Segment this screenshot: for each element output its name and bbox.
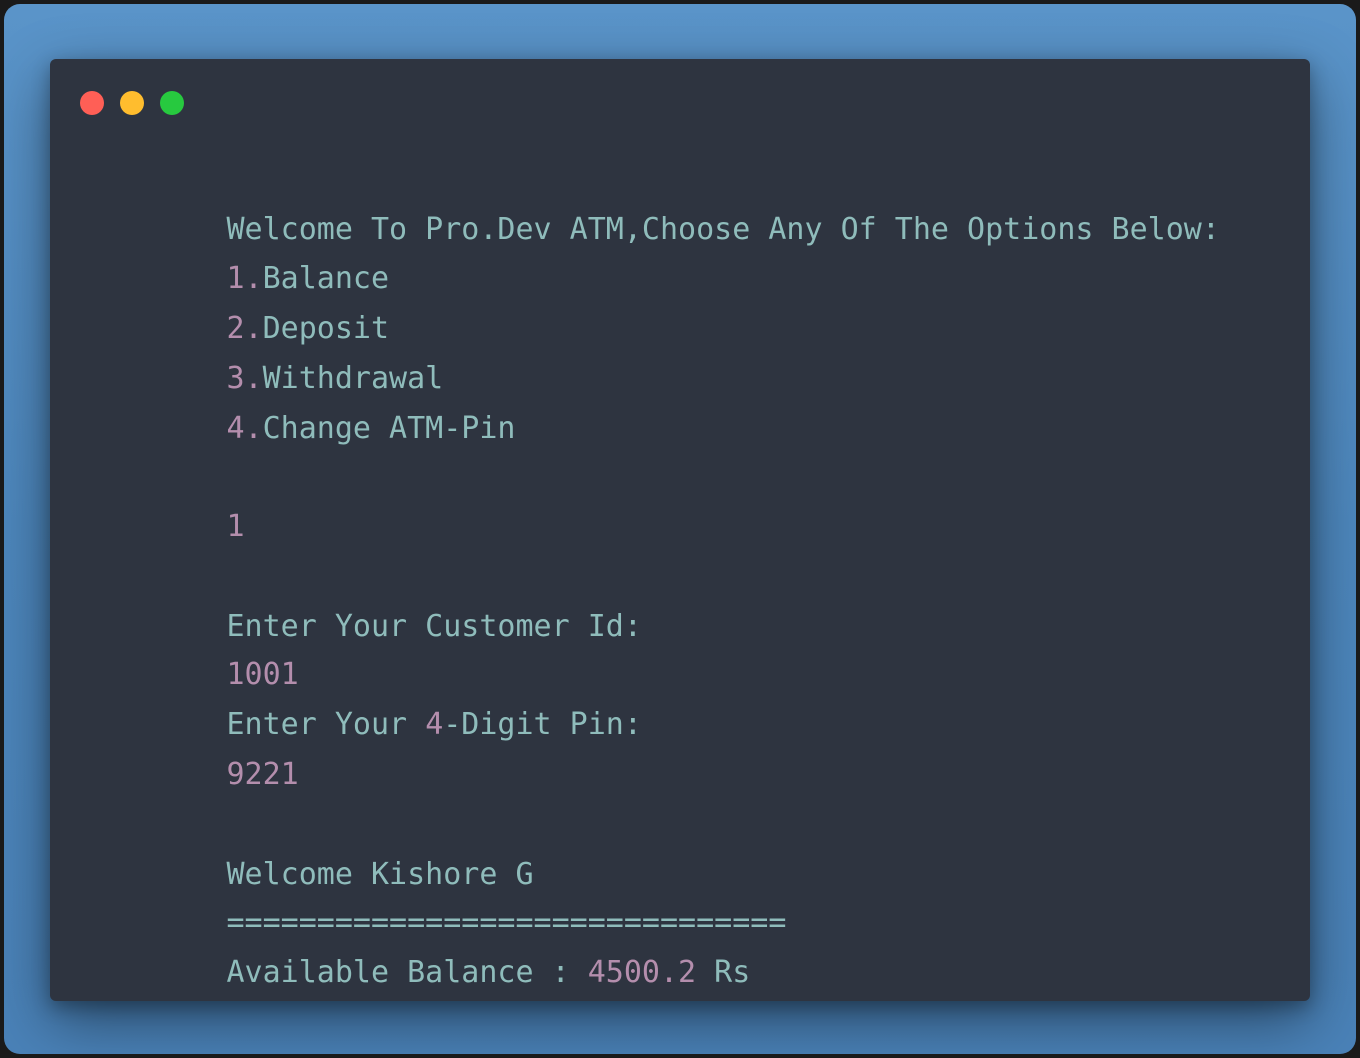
option-balance: 1.Balance (82, 213, 390, 296)
maximize-dot-icon[interactable] (160, 91, 184, 115)
pin-prompt-suffix: -Digit Pin: (443, 707, 642, 742)
pin-line: 9221 (82, 709, 299, 792)
close-dot-icon[interactable] (80, 91, 104, 115)
option-change-pin: 4.Change ATM-Pin (82, 363, 516, 446)
welcome-menu-line: Welcome To Pro.Dev ATM,Choose Any Of The… (82, 164, 1220, 247)
divider-line: =============================== (82, 857, 787, 940)
balance-label: Available Balance : (226, 955, 588, 990)
pin-value: 9221 (226, 757, 299, 792)
pin-prompt-line: Enter Your 4-Digit Pin: (82, 659, 642, 742)
option-number: 4. (226, 411, 263, 446)
choice-line: 1 (82, 461, 245, 544)
balance-unit: Rs (696, 955, 751, 990)
window-controls (80, 91, 184, 115)
balance-value: 4500.2 (587, 955, 697, 990)
balance-line: Available Balance : 4500.2 Rs (82, 907, 751, 990)
welcome-user-line: Welcome Kishore G (82, 809, 534, 892)
pin-prompt-digit: 4 (425, 707, 444, 742)
customer-id-prompt-line: Enter Your Customer Id: (82, 561, 642, 644)
terminal-output: Welcome To Pro.Dev ATM,Choose Any Of The… (82, 164, 1278, 990)
background-frame: Welcome To Pro.Dev ATM,Choose Any Of The… (4, 4, 1356, 1054)
customer-id-line: 1001 (82, 609, 299, 692)
terminal-window: Welcome To Pro.Dev ATM,Choose Any Of The… (50, 59, 1310, 1001)
option-deposit: 2.Deposit (82, 263, 390, 346)
minimize-dot-icon[interactable] (120, 91, 144, 115)
choice-value: 1 (226, 509, 245, 544)
option-withdrawal: 3.Withdrawal (82, 313, 444, 396)
option-label: Change ATM-Pin (262, 411, 516, 446)
